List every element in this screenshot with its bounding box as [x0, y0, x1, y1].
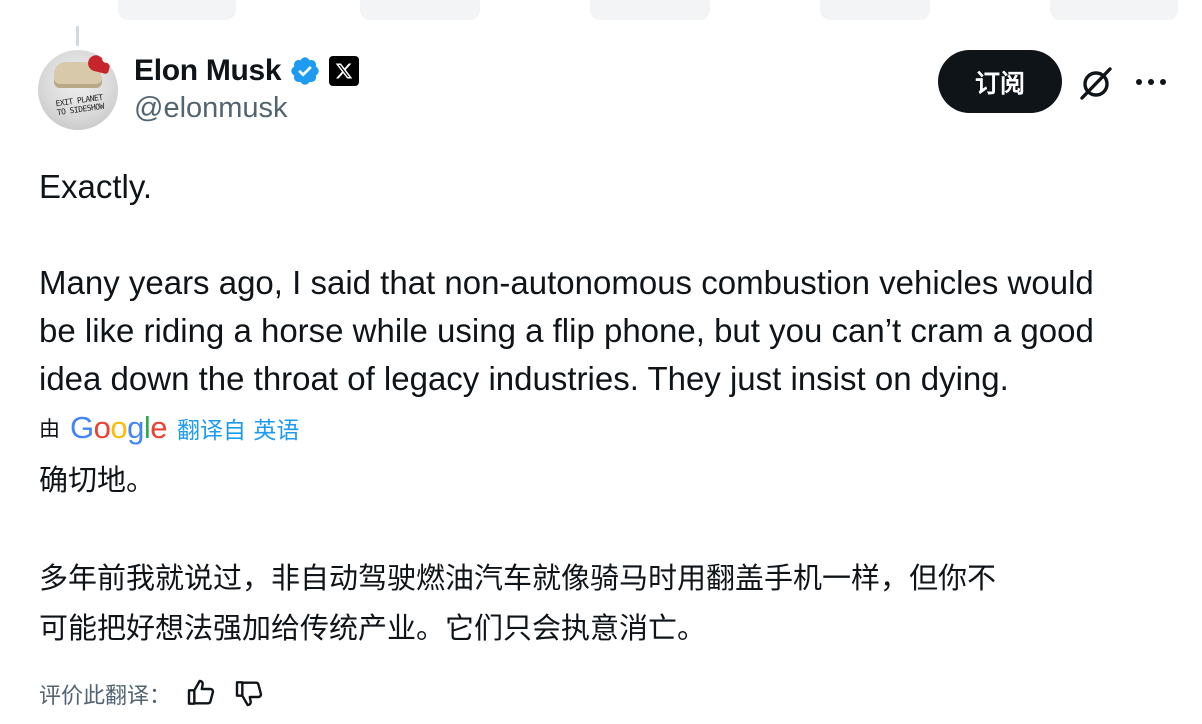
thumbs-up-icon[interactable] — [185, 677, 219, 711]
author-name-row: Elon Musk — [134, 53, 360, 89]
tweet-line: Many years ago, I said that non-autonomo… — [39, 264, 1094, 301]
subscribe-button[interactable]: 订阅 — [938, 50, 1062, 113]
avatar-scribble-text: EXIT PLANET TO SIDESHOW — [54, 92, 105, 118]
tweet-paragraph: Exactly. — [39, 168, 153, 205]
tweet-line: idea down the throat of legacy industrie… — [39, 360, 1009, 397]
previous-tweet-edge — [0, 0, 1202, 24]
by-label: 由 — [39, 417, 60, 441]
google-logo-letter: G — [70, 410, 94, 445]
google-logo-letter: g — [127, 410, 144, 445]
faded-element — [118, 0, 236, 20]
author-handle[interactable]: @elonmusk — [134, 92, 288, 125]
grok-icon[interactable] — [1076, 63, 1116, 103]
translated-line: 多年前我就说过，非自动驾驶燃油汽车就像骑马时用翻盖手机一样，但你不 — [39, 561, 997, 595]
google-logo-letter: e — [150, 410, 168, 445]
avatar[interactable]: EXIT PLANET TO SIDESHOW — [38, 50, 118, 130]
author-display-name[interactable]: Elon Musk — [134, 54, 282, 88]
translated-line: 可能把好想法强加给传统产业。它们只会执意消亡。 — [39, 611, 707, 645]
tweet-line: be like riding a horse while using a fli… — [39, 312, 1094, 349]
faded-element — [1050, 0, 1178, 20]
rate-translation-row: 评价此翻译： — [39, 672, 267, 716]
translation-attribution: 由 Google 翻译自 英语 — [39, 408, 299, 448]
google-logo: Google — [70, 410, 168, 446]
rate-translation-label: 评价此翻译： — [39, 684, 172, 709]
tweet-text: Exactly. Many years ago, I said that non… — [39, 163, 1179, 403]
faded-element — [820, 0, 930, 20]
x-logo-icon[interactable] — [329, 56, 360, 86]
google-logo-letter: o — [93, 410, 111, 445]
hat-pompom-shape — [102, 54, 111, 63]
translated-paragraph: 确切地。 — [39, 463, 156, 497]
faded-element — [590, 0, 710, 20]
translated-from-link[interactable]: 翻译自 英语 — [177, 411, 299, 445]
thread-connector-line — [76, 26, 79, 46]
faded-element — [360, 0, 480, 20]
verified-badge-icon[interactable] — [289, 55, 321, 87]
more-dots-icon[interactable] — [1134, 70, 1168, 94]
thumbs-down-icon[interactable] — [233, 677, 267, 711]
translated-text: 确切地。 多年前我就说过，非自动驾驶燃油汽车就像骑马时用翻盖手机一样，但你不 可… — [39, 455, 1169, 653]
google-logo-letter: o — [110, 410, 128, 445]
